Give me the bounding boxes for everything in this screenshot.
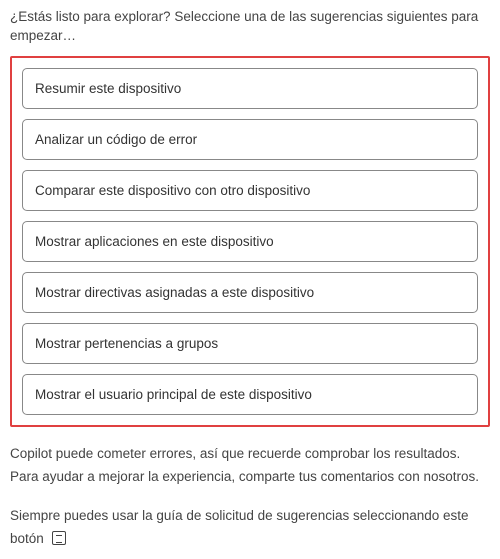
suggestion-label: Comparar este dispositivo con otro dispo… xyxy=(35,183,310,198)
suggestions-container: Resumir este dispositivo Analizar un cód… xyxy=(10,56,490,427)
suggestion-label: Mostrar aplicaciones en este dispositivo xyxy=(35,234,274,249)
intro-text: ¿Estás listo para explorar? Seleccione u… xyxy=(10,8,490,46)
guide-text: Siempre puedes usar la guía de solicitud… xyxy=(10,508,469,546)
guide-text-line: Siempre puedes usar la guía de solicitud… xyxy=(10,505,490,551)
disclaimer-text: Copilot puede cometer errores, así que r… xyxy=(10,443,490,489)
suggestion-show-policies[interactable]: Mostrar directivas asignadas a este disp… xyxy=(22,272,478,313)
suggestion-compare-device[interactable]: Comparar este dispositivo con otro dispo… xyxy=(22,170,478,211)
suggestion-label: Mostrar el usuario principal de este dis… xyxy=(35,387,312,402)
suggestion-show-groups[interactable]: Mostrar pertenencias a grupos xyxy=(22,323,478,364)
suggestion-label: Mostrar pertenencias a grupos xyxy=(35,336,218,351)
suggestion-show-primary-user[interactable]: Mostrar el usuario principal de este dis… xyxy=(22,374,478,415)
suggestion-summarize-device[interactable]: Resumir este dispositivo xyxy=(22,68,478,109)
suggestion-show-apps[interactable]: Mostrar aplicaciones en este dispositivo xyxy=(22,221,478,262)
suggestion-analyze-error[interactable]: Analizar un código de error xyxy=(22,119,478,160)
suggestion-label: Analizar un código de error xyxy=(35,132,197,147)
suggestion-label: Resumir este dispositivo xyxy=(35,81,181,96)
suggestion-label: Mostrar directivas asignadas a este disp… xyxy=(35,285,314,300)
guide-icon[interactable] xyxy=(52,531,66,545)
